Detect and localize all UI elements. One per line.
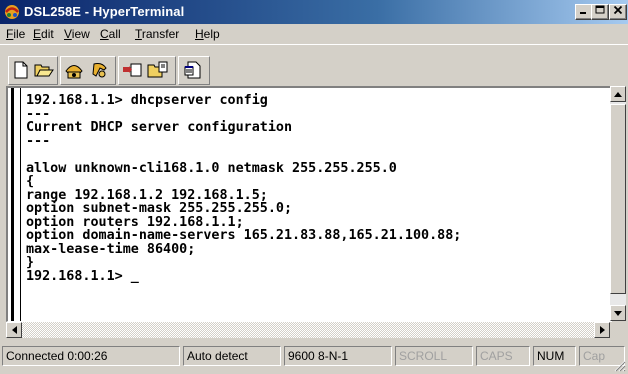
minimize-icon <box>580 12 586 14</box>
hyperterminal-window: DSL258E - HyperTerminal File Edit View C… <box>0 0 628 374</box>
terminal-line: 192.168.1.1> _ <box>26 268 139 284</box>
terminal-line: allow unknown-cli168.1.0 netmask 255.255… <box>26 160 397 176</box>
new-connection-button[interactable] <box>9 58 33 81</box>
send-button[interactable] <box>120 58 144 81</box>
terminal-line: range 192.168.1.2 192.168.1.5; <box>26 187 268 203</box>
new-icon <box>14 61 28 78</box>
receive-icon <box>147 61 168 77</box>
menu-file-rest: ile <box>13 27 26 41</box>
scroll-thumb[interactable] <box>610 104 626 294</box>
scroll-corner <box>610 322 626 338</box>
send-icon <box>123 63 142 76</box>
scroll-left-button[interactable] <box>6 322 22 338</box>
menu-transfer-hotkey: T <box>135 27 142 41</box>
maximize-button[interactable] <box>591 4 609 20</box>
resize-grip-icon[interactable] <box>612 358 626 372</box>
menu-edit-hotkey: E <box>33 27 42 41</box>
close-button[interactable] <box>609 4 627 20</box>
menu-call[interactable]: Call <box>100 27 121 41</box>
maximize-icon <box>595 5 605 14</box>
call-button[interactable] <box>62 58 86 81</box>
terminal-line: option routers 192.168.1.1; <box>26 214 244 230</box>
menu-transfer-rest: ransfer <box>141 27 180 41</box>
terminal-line: --- <box>26 133 51 149</box>
properties-icon <box>184 61 201 78</box>
terminal-line: option domain-name-servers 165.21.83.88,… <box>26 228 462 243</box>
terminal-gutter <box>8 88 21 321</box>
terminal-output[interactable]: 192.168.1.1> dhcpserver config --- Current… <box>26 94 461 283</box>
terminal-line: } <box>26 255 35 270</box>
scroll-down-button[interactable] <box>610 305 626 321</box>
menu-edit-rest: dit <box>41 27 54 41</box>
menu-call-hotkey: C <box>100 27 109 41</box>
menu-transfer[interactable]: Transfer <box>135 27 179 41</box>
terminal-line: 192.168.1.1> dhcpserver config <box>26 93 268 108</box>
arrow-right-icon <box>599 326 605 334</box>
menu-view-rest: iew <box>71 27 90 41</box>
status-settings: 9600 8-N-1 <box>284 346 392 366</box>
arrow-left-icon <box>11 326 17 334</box>
menu-help[interactable]: Help <box>195 27 220 41</box>
terminal-line: { <box>26 174 35 189</box>
arrow-down-icon <box>614 310 622 316</box>
terminal-line: max-lease-time 86400; <box>26 241 196 257</box>
status-caps: CAPS <box>476 346 530 366</box>
disconnect-button[interactable] <box>88 58 112 81</box>
menu-help-rest: elp <box>203 27 220 41</box>
menu-view-hotkey: V <box>64 27 72 41</box>
status-bar: Connected 0:00:26 Auto detect 9600 8-N-1… <box>0 342 628 374</box>
terminal-line: --- <box>26 106 51 122</box>
arrow-up-icon <box>614 91 622 97</box>
menu-bar: File Edit View Call Transfer Help <box>0 24 628 44</box>
vertical-scrollbar[interactable] <box>610 86 626 321</box>
close-icon <box>613 5 623 15</box>
horizontal-scrollbar[interactable] <box>6 322 610 338</box>
receive-button[interactable] <box>146 58 170 81</box>
status-detect: Auto detect <box>183 346 281 366</box>
open-button[interactable] <box>32 58 56 81</box>
menu-view[interactable]: View <box>64 27 90 41</box>
menu-call-rest: all <box>108 27 121 41</box>
menu-edit[interactable]: Edit <box>33 27 54 41</box>
scroll-right-button[interactable] <box>594 322 610 338</box>
status-num: NUM <box>533 346 576 366</box>
menu-file[interactable]: File <box>6 27 25 41</box>
menu-help-hotkey: H <box>195 27 204 41</box>
scroll-up-button[interactable] <box>610 86 626 102</box>
disconnect-icon <box>92 62 107 77</box>
terminal-area[interactable]: 192.168.1.1> dhcpserver config --- Current… <box>6 86 612 322</box>
title-bar[interactable]: DSL258E - HyperTerminal <box>0 0 628 24</box>
open-icon <box>34 64 54 76</box>
hyperterminal-icon[interactable] <box>3 3 21 21</box>
status-connected: Connected 0:00:26 <box>2 346 180 366</box>
call-icon <box>65 64 83 78</box>
terminal-line: option subnet-mask 255.255.255.0; <box>26 201 293 216</box>
terminal-line: Current DHCP server configuration <box>26 120 293 135</box>
window-title: DSL258E - HyperTerminal <box>24 4 185 19</box>
terminal-gutter-line <box>11 88 14 321</box>
status-scroll: SCROLL <box>395 346 473 366</box>
properties-button[interactable] <box>181 58 205 81</box>
